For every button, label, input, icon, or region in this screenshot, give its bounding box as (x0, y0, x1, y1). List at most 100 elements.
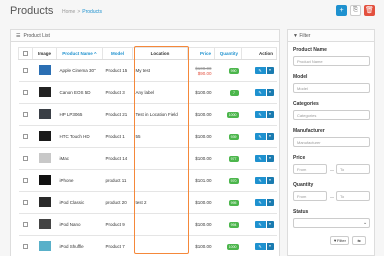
edit-button[interactable]: ✎ (254, 199, 266, 206)
product-price: $100.00 (187, 81, 215, 104)
quantity-to-input[interactable]: To (336, 191, 370, 201)
product-quantity: 970 (214, 169, 242, 192)
product-name: iPhone (56, 169, 103, 192)
quantity-badge: 1000 (226, 243, 239, 250)
table-row: Canon EOS 5D Product 3 Any label $100.00… (18, 81, 277, 104)
table-row: iPod Nano Product 9 $100.00 994 ✎ ▼ (18, 213, 277, 236)
product-model: Product 1 (102, 125, 133, 148)
edit-button[interactable]: ✎ (254, 133, 266, 140)
product-quantity: 7 (214, 81, 242, 104)
col-image: Image (32, 47, 57, 60)
row-checkbox[interactable] (18, 81, 33, 104)
col-product-name[interactable]: Product Name ^ (56, 47, 103, 60)
table-row: iPod Shuffle Product 7 $100.00 1000 ✎ ▼ (18, 235, 277, 256)
table-row: HP LP3065 Product 21 Test in Location Fi… (18, 103, 277, 126)
select-all-checkbox[interactable] (18, 47, 33, 60)
product-price: $100.00 (187, 147, 215, 170)
quantity-from-input[interactable]: From (293, 191, 327, 201)
quantity-badge: 994 (228, 221, 239, 228)
action-dropdown-button[interactable]: ▼ (266, 155, 274, 162)
status-select[interactable] (293, 218, 370, 228)
table-row: Apple Cinema 30" Product 15 My test $100… (18, 59, 277, 82)
action-dropdown-button[interactable]: ▼ (266, 133, 274, 140)
price: $100.00 (195, 222, 212, 227)
product-name: Apple Cinema 30" (56, 59, 103, 82)
price: $100.00 (195, 200, 212, 205)
price: $101.00 (195, 178, 212, 183)
filter-heading: ▼ Filter (288, 30, 374, 42)
product-name-input[interactable]: Product Name (293, 56, 370, 66)
table-row: HTC Touch HD Product 1 55 $100.00 939 ✎ ▼ (18, 125, 277, 148)
product-model: Product 14 (102, 147, 133, 170)
product-model: Product 21 (102, 103, 133, 126)
price: $100.00 (195, 112, 212, 117)
row-actions: ✎ ▼ (241, 125, 277, 148)
row-actions: ✎ ▼ (241, 191, 277, 214)
edit-button[interactable]: ✎ (254, 177, 266, 184)
product-thumbnail (32, 59, 57, 82)
product-price: $100.00 (187, 235, 215, 256)
edit-button[interactable]: ✎ (254, 111, 266, 118)
product-quantity: 994 (214, 213, 242, 236)
product-model: Product 9 (102, 213, 133, 236)
product-quantity: 1000 (214, 103, 242, 126)
product-thumbnail (32, 125, 57, 148)
col-price[interactable]: Price (187, 47, 215, 60)
edit-button[interactable]: ✎ (254, 89, 266, 96)
categories-input[interactable]: Categories (293, 110, 370, 120)
product-name: Canon EOS 5D (56, 81, 103, 104)
action-dropdown-button[interactable]: ▼ (266, 177, 274, 184)
action-dropdown-button[interactable]: ▼ (266, 67, 274, 74)
price-to-input[interactable]: To (336, 164, 370, 174)
filter-button[interactable]: ▼Filter (330, 236, 349, 245)
action-dropdown-button[interactable]: ▼ (266, 243, 274, 250)
categories-label: Categories (293, 101, 319, 107)
action-dropdown-button[interactable]: ▼ (266, 221, 274, 228)
price-from-input[interactable]: From (293, 164, 327, 174)
row-actions: ✎ ▼ (241, 59, 277, 82)
edit-button[interactable]: ✎ (254, 243, 266, 250)
quantity-badge: 970 (228, 177, 239, 184)
edit-button[interactable]: ✎ (254, 67, 266, 74)
product-location: My test (132, 59, 188, 82)
action-dropdown-button[interactable]: ▼ (266, 111, 274, 118)
reset-filter-button[interactable]: ⇆ (352, 236, 366, 245)
copy-product-button[interactable]: ⎘ (350, 5, 361, 16)
product-thumbnail (32, 147, 57, 170)
action-dropdown-button[interactable]: ▼ (266, 89, 274, 96)
row-checkbox[interactable] (18, 235, 33, 256)
row-checkbox[interactable] (18, 103, 33, 126)
product-quantity: 1000 (214, 235, 242, 256)
row-actions: ✎ ▼ (241, 213, 277, 236)
quantity-badge: 1000 (226, 111, 239, 118)
add-product-button[interactable]: + (336, 5, 347, 16)
row-checkbox[interactable] (18, 213, 33, 236)
product-location (132, 213, 188, 236)
price-label: Price (293, 155, 306, 161)
row-actions: ✎ ▼ (241, 147, 277, 170)
row-actions: ✎ ▼ (241, 235, 277, 256)
edit-button[interactable]: ✎ (254, 221, 266, 228)
action-dropdown-button[interactable]: ▼ (266, 199, 274, 206)
list-icon: ☰ (16, 33, 21, 39)
product-location: test 2 (132, 191, 188, 214)
product-thumbnail (32, 103, 57, 126)
product-name: iPod Shuffle (56, 235, 103, 256)
table-row: iPhone product 11 $101.00 970 ✎ ▼ (18, 169, 277, 192)
row-checkbox[interactable] (18, 169, 33, 192)
row-checkbox[interactable] (18, 125, 33, 148)
product-location: Test in Location Field (132, 103, 188, 126)
manufacturer-input[interactable]: Manufacturer (293, 137, 370, 147)
row-checkbox[interactable] (18, 191, 33, 214)
model-input[interactable]: Model (293, 83, 370, 93)
row-checkbox[interactable] (18, 147, 33, 170)
product-thumbnail (32, 191, 57, 214)
breadcrumb-products[interactable]: Products (82, 9, 102, 15)
col-quantity[interactable]: Quantity (214, 47, 242, 60)
delete-product-button[interactable]: 🗑 (364, 5, 375, 16)
edit-button[interactable]: ✎ (254, 155, 266, 162)
row-checkbox[interactable] (18, 59, 33, 82)
breadcrumb-home[interactable]: Home (62, 9, 75, 15)
price: $100.00 (195, 244, 212, 249)
col-model[interactable]: Model (102, 47, 133, 60)
